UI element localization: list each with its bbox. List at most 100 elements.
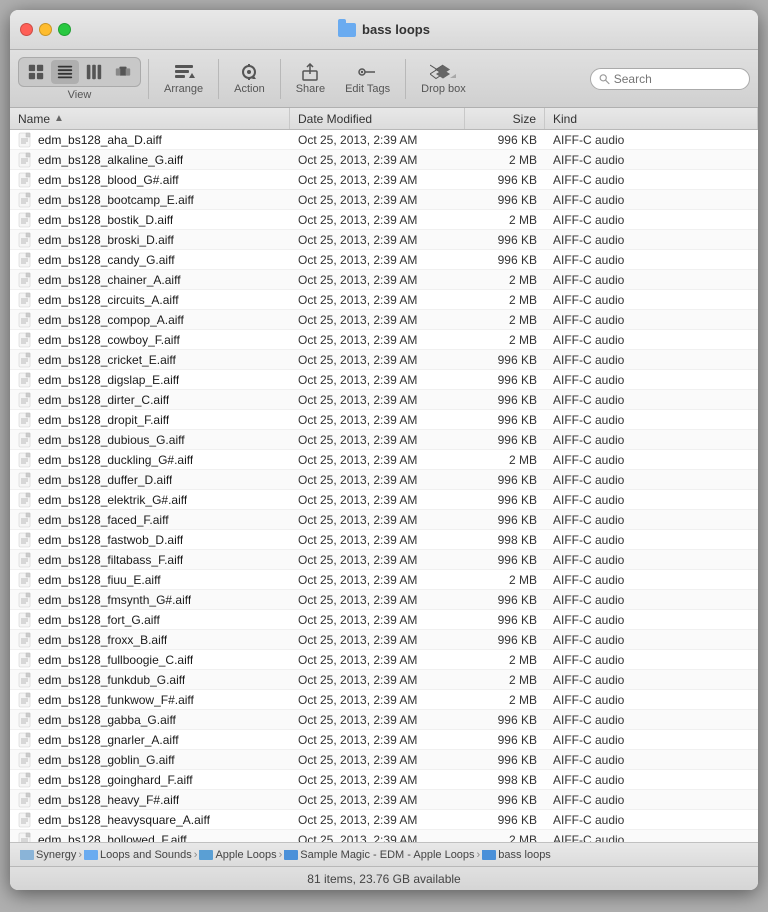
finder-window: bass loops: [10, 10, 758, 890]
minimize-button[interactable]: [39, 23, 52, 36]
aiff-icon: [18, 812, 34, 828]
file-list: edm_bs128_aha_D.aiff Oct 25, 2013, 2:39 …: [10, 130, 758, 842]
table-row[interactable]: edm_bs128_goinghard_F.aiff Oct 25, 2013,…: [10, 770, 758, 790]
maximize-button[interactable]: [58, 23, 71, 36]
file-name: edm_bs128_faced_F.aiff: [38, 513, 169, 527]
search-icon: [599, 73, 610, 85]
table-row[interactable]: edm_bs128_faced_F.aiff Oct 25, 2013, 2:3…: [10, 510, 758, 530]
aiff-icon: [18, 632, 34, 648]
table-row[interactable]: edm_bs128_fmsynth_G#.aiff Oct 25, 2013, …: [10, 590, 758, 610]
cell-date: Oct 25, 2013, 2:39 AM: [290, 473, 465, 487]
table-row[interactable]: edm_bs128_duckling_G#.aiff Oct 25, 2013,…: [10, 450, 758, 470]
col-header-kind[interactable]: Kind: [545, 108, 758, 129]
view-icon-button[interactable]: [22, 60, 50, 84]
cell-name: edm_bs128_gabba_G.aiff: [10, 712, 290, 728]
table-row[interactable]: edm_bs128_digslap_E.aiff Oct 25, 2013, 2…: [10, 370, 758, 390]
breadcrumb-item[interactable]: Synergy: [20, 849, 76, 861]
cell-name: edm_bs128_cowboy_F.aiff: [10, 332, 290, 348]
table-row[interactable]: edm_bs128_fullboogie_C.aiff Oct 25, 2013…: [10, 650, 758, 670]
aiff-icon: [18, 552, 34, 568]
table-row[interactable]: edm_bs128_hollowed_F.aiff Oct 25, 2013, …: [10, 830, 758, 842]
table-row[interactable]: edm_bs128_cowboy_F.aiff Oct 25, 2013, 2:…: [10, 330, 758, 350]
table-row[interactable]: edm_bs128_alkaline_G.aiff Oct 25, 2013, …: [10, 150, 758, 170]
table-row[interactable]: edm_bs128_broski_D.aiff Oct 25, 2013, 2:…: [10, 230, 758, 250]
table-row[interactable]: edm_bs128_chainer_A.aiff Oct 25, 2013, 2…: [10, 270, 758, 290]
cell-kind: AIFF-C audio: [545, 513, 758, 527]
sort-arrow: ▲: [54, 113, 64, 124]
edit-tags-group: Edit Tags: [337, 60, 398, 98]
col-header-name[interactable]: Name ▲: [10, 108, 290, 129]
table-row[interactable]: edm_bs128_fiuu_E.aiff Oct 25, 2013, 2:39…: [10, 570, 758, 590]
breadcrumb-folder-icon: [20, 850, 34, 860]
table-row[interactable]: edm_bs128_elektrik_G#.aiff Oct 25, 2013,…: [10, 490, 758, 510]
share-button[interactable]: Share: [288, 60, 333, 98]
search-input[interactable]: [614, 72, 741, 86]
cell-name: edm_bs128_funkdub_G.aiff: [10, 672, 290, 688]
table-row[interactable]: edm_bs128_fort_G.aiff Oct 25, 2013, 2:39…: [10, 610, 758, 630]
file-name: edm_bs128_goinghard_F.aiff: [38, 773, 193, 787]
table-row[interactable]: edm_bs128_bootcamp_E.aiff Oct 25, 2013, …: [10, 190, 758, 210]
action-button[interactable]: Action: [226, 60, 273, 98]
table-row[interactable]: edm_bs128_funkwow_F#.aiff Oct 25, 2013, …: [10, 690, 758, 710]
cell-kind: AIFF-C audio: [545, 773, 758, 787]
table-row[interactable]: edm_bs128_filtabass_F.aiff Oct 25, 2013,…: [10, 550, 758, 570]
cell-kind: AIFF-C audio: [545, 473, 758, 487]
file-name: edm_bs128_funkwow_F#.aiff: [38, 693, 194, 707]
table-row[interactable]: edm_bs128_fastwob_D.aiff Oct 25, 2013, 2…: [10, 530, 758, 550]
file-name: edm_bs128_bostik_D.aiff: [38, 213, 173, 227]
col-header-size[interactable]: Size: [465, 108, 545, 129]
view-coverflow-button[interactable]: [109, 60, 137, 84]
breadcrumb-sep: ›: [279, 849, 283, 861]
aiff-icon: [18, 472, 34, 488]
view-list-button[interactable]: [51, 60, 79, 84]
cell-name: edm_bs128_heavysquare_A.aiff: [10, 812, 290, 828]
breadcrumb-item[interactable]: Apple Loops: [199, 849, 276, 861]
table-row[interactable]: edm_bs128_circuits_A.aiff Oct 25, 2013, …: [10, 290, 758, 310]
table-row[interactable]: edm_bs128_dirter_C.aiff Oct 25, 2013, 2:…: [10, 390, 758, 410]
breadcrumb-item[interactable]: Loops and Sounds: [84, 849, 192, 861]
file-name: edm_bs128_duckling_G#.aiff: [38, 453, 193, 467]
table-row[interactable]: edm_bs128_aha_D.aiff Oct 25, 2013, 2:39 …: [10, 130, 758, 150]
cell-size: 996 KB: [465, 593, 545, 607]
cell-size: 996 KB: [465, 553, 545, 567]
table-row[interactable]: edm_bs128_blood_G#.aiff Oct 25, 2013, 2:…: [10, 170, 758, 190]
cell-name: edm_bs128_faced_F.aiff: [10, 512, 290, 528]
table-row[interactable]: edm_bs128_duffer_D.aiff Oct 25, 2013, 2:…: [10, 470, 758, 490]
view-columns-button[interactable]: [80, 60, 108, 84]
search-box[interactable]: [590, 68, 750, 90]
table-row[interactable]: edm_bs128_compop_A.aiff Oct 25, 2013, 2:…: [10, 310, 758, 330]
table-row[interactable]: edm_bs128_gabba_G.aiff Oct 25, 2013, 2:3…: [10, 710, 758, 730]
file-name: edm_bs128_fmsynth_G#.aiff: [38, 593, 191, 607]
table-row[interactable]: edm_bs128_gnarler_A.aiff Oct 25, 2013, 2…: [10, 730, 758, 750]
table-row[interactable]: edm_bs128_bostik_D.aiff Oct 25, 2013, 2:…: [10, 210, 758, 230]
table-row[interactable]: edm_bs128_heavysquare_A.aiff Oct 25, 201…: [10, 810, 758, 830]
breadcrumb-label: Loops and Sounds: [100, 849, 192, 861]
table-row[interactable]: edm_bs128_candy_G.aiff Oct 25, 2013, 2:3…: [10, 250, 758, 270]
column-headers: Name ▲ Date Modified Size Kind: [10, 108, 758, 130]
cell-kind: AIFF-C audio: [545, 373, 758, 387]
table-row[interactable]: edm_bs128_heavy_F#.aiff Oct 25, 2013, 2:…: [10, 790, 758, 810]
file-name: edm_bs128_gnarler_A.aiff: [38, 733, 179, 747]
table-row[interactable]: edm_bs128_cricket_E.aiff Oct 25, 2013, 2…: [10, 350, 758, 370]
icon-coverflow: [114, 63, 132, 81]
col-header-date[interactable]: Date Modified: [290, 108, 465, 129]
breadcrumb-item[interactable]: Sample Magic - EDM - Apple Loops: [284, 849, 474, 861]
close-button[interactable]: [20, 23, 33, 36]
arrange-button[interactable]: Arrange: [156, 60, 211, 98]
cell-name: edm_bs128_aha_D.aiff: [10, 132, 290, 148]
file-name: edm_bs128_chainer_A.aiff: [38, 273, 181, 287]
dropbox-button[interactable]: Drop box: [413, 60, 474, 98]
table-row[interactable]: edm_bs128_dubious_G.aiff Oct 25, 2013, 2…: [10, 430, 758, 450]
aiff-icon: [18, 572, 34, 588]
cell-name: edm_bs128_dropit_F.aiff: [10, 412, 290, 428]
cell-name: edm_bs128_fiuu_E.aiff: [10, 572, 290, 588]
table-row[interactable]: edm_bs128_froxx_B.aiff Oct 25, 2013, 2:3…: [10, 630, 758, 650]
table-row[interactable]: edm_bs128_dropit_F.aiff Oct 25, 2013, 2:…: [10, 410, 758, 430]
breadcrumb-item[interactable]: bass loops: [482, 849, 551, 861]
edit-tags-button[interactable]: Edit Tags: [337, 60, 398, 98]
cell-size: 2 MB: [465, 673, 545, 687]
file-name: edm_bs128_dubious_G.aiff: [38, 433, 185, 447]
table-row[interactable]: edm_bs128_goblin_G.aiff Oct 25, 2013, 2:…: [10, 750, 758, 770]
table-row[interactable]: edm_bs128_funkdub_G.aiff Oct 25, 2013, 2…: [10, 670, 758, 690]
aiff-icon: [18, 372, 34, 388]
